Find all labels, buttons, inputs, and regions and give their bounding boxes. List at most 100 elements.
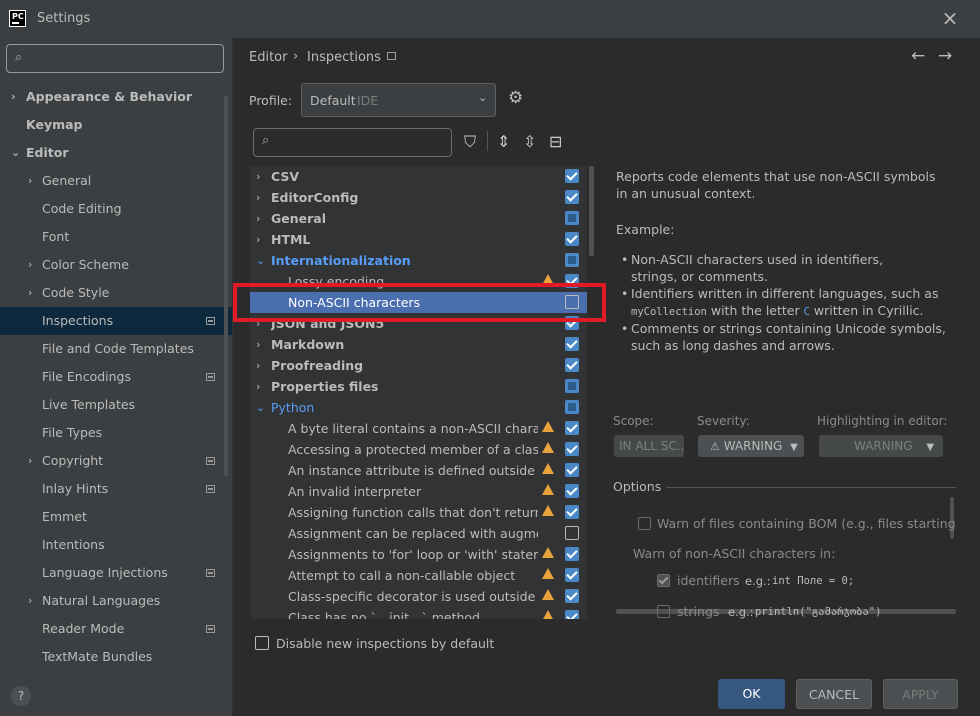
- scope-select[interactable]: IN ALL SC...: [614, 435, 684, 457]
- sidebar-item-reader-mode[interactable]: Reader Mode: [0, 615, 232, 643]
- identifiers-checkbox[interactable]: [657, 574, 670, 587]
- sidebar-item-natural-languages[interactable]: › Natural Languages: [0, 587, 232, 615]
- strings-checkbox[interactable]: [657, 605, 670, 618]
- annotation-highlight-box: [233, 283, 606, 322]
- tree-row-proofreading[interactable]: › Proofreading: [250, 355, 587, 376]
- tree-row-python-inspection[interactable]: Class has no `__init__` method: [250, 607, 587, 619]
- checkbox[interactable]: [565, 253, 579, 267]
- sidebar-item-language-injections[interactable]: Language Injections: [0, 559, 232, 587]
- warn-in-label: Warn of non-ASCII characters in:: [633, 546, 836, 561]
- checkbox[interactable]: [565, 589, 579, 603]
- sidebar-item-label: Natural Languages: [42, 593, 161, 608]
- checkbox[interactable]: [565, 442, 579, 456]
- forward-arrow-icon[interactable]: →: [938, 46, 952, 66]
- tree-row-python-inspection[interactable]: Assigning function calls that don't retu…: [250, 502, 587, 523]
- tree-row-label: Class has no `__init__` method: [288, 610, 480, 619]
- help-icon[interactable]: ?: [11, 686, 31, 706]
- disable-new-inspections-checkbox[interactable]: [255, 636, 269, 650]
- tree-row-properties[interactable]: › Properties files: [250, 376, 587, 397]
- sidebar-item-inspections[interactable]: Inspections: [0, 307, 232, 335]
- sidebar-item-font[interactable]: Font: [0, 223, 232, 251]
- sidebar-item-file-code-templates[interactable]: File and Code Templates: [0, 335, 232, 363]
- checkbox[interactable]: [565, 547, 579, 561]
- severity-select[interactable]: ⚠ WARNING ▼: [698, 435, 804, 457]
- chevron-right-icon: ›: [256, 191, 261, 204]
- toolbar-separator: [487, 131, 488, 151]
- tree-row-internationalization[interactable]: ⌄ Internationalization: [250, 250, 587, 271]
- checkbox[interactable]: [565, 169, 579, 183]
- checkbox[interactable]: [565, 400, 579, 414]
- sidebar-item-label: Live Templates: [42, 397, 136, 412]
- ok-button[interactable]: OK: [718, 679, 785, 709]
- window-title: Settings: [37, 11, 91, 26]
- gear-icon[interactable]: ⚙: [508, 88, 523, 108]
- checkbox[interactable]: [565, 421, 579, 435]
- tree-row-markdown[interactable]: › Markdown: [250, 334, 587, 355]
- tree-row-python-inspection[interactable]: Assignment can be replaced with augmente…: [250, 523, 587, 544]
- sidebar-item-file-types[interactable]: File Types: [0, 419, 232, 447]
- sidebar-item-copyright[interactable]: › Copyright: [0, 447, 232, 475]
- sidebar-item-label: Emmet: [42, 509, 87, 524]
- tree-row-python-inspection[interactable]: Attempt to call a non-callable object: [250, 565, 587, 586]
- highlighting-value: WARNING: [854, 439, 913, 453]
- strings-eg: e.g.:: [728, 605, 754, 619]
- inspection-search-input[interactable]: ⌕: [253, 128, 452, 157]
- tree-row-python-inspection[interactable]: Assignments to 'for' loop or 'with' stat…: [250, 544, 587, 565]
- sidebar-item-inlay-hints[interactable]: Inlay Hints: [0, 475, 232, 503]
- checkbox[interactable]: [565, 526, 579, 540]
- checkbox[interactable]: [565, 211, 579, 225]
- checkbox[interactable]: [565, 610, 579, 619]
- breadcrumb-editor[interactable]: Editor: [249, 50, 287, 65]
- checkbox[interactable]: [565, 505, 579, 519]
- sidebar-item-appearance[interactable]: › Appearance & Behavior: [0, 83, 232, 111]
- highlighting-select[interactable]: WARNING ▼: [819, 435, 943, 457]
- sidebar-item-intentions[interactable]: Intentions: [0, 531, 232, 559]
- tree-row-html[interactable]: › HTML: [250, 229, 587, 250]
- sidebar-item-color-scheme[interactable]: › Color Scheme: [0, 251, 232, 279]
- description-text: written in Cyrillic.: [813, 303, 924, 318]
- sidebar-item-emmet[interactable]: Emmet: [0, 503, 232, 531]
- sidebar-item-label: Color Scheme: [42, 257, 129, 272]
- close-icon[interactable]: ×: [941, 8, 959, 28]
- search-input[interactable]: ⌕: [6, 44, 224, 73]
- tree-scrollbar[interactable]: [589, 166, 594, 256]
- tree-row-python-inspection[interactable]: An invalid interpreter: [250, 481, 587, 502]
- sidebar-item-textmate-bundles[interactable]: TextMate Bundles: [0, 643, 232, 671]
- sidebar-item-live-templates[interactable]: Live Templates: [0, 391, 232, 419]
- warning-icon: [542, 442, 554, 453]
- tree-row-python-inspection[interactable]: A byte literal contains a non-ASCII char…: [250, 418, 587, 439]
- sidebar-item-code-editing[interactable]: Code Editing: [0, 195, 232, 223]
- tree-row-python-inspection[interactable]: An instance attribute is defined outside…: [250, 460, 587, 481]
- tree-row-csv[interactable]: › CSV: [250, 166, 587, 187]
- checkbox[interactable]: [565, 337, 579, 351]
- chevron-down-icon: ⌄: [478, 91, 488, 104]
- checkbox[interactable]: [565, 232, 579, 246]
- sidebar-item-code-style[interactable]: › Code Style: [0, 279, 232, 307]
- tree-row-python[interactable]: ⌄ Python: [250, 397, 587, 418]
- sidebar-item-file-encodings[interactable]: File Encodings: [0, 363, 232, 391]
- bom-label: Warn of files containing BOM (e.g., file…: [657, 516, 957, 531]
- checkbox[interactable]: [565, 379, 579, 393]
- checkbox[interactable]: [565, 463, 579, 477]
- expand-all-icon[interactable]: ⇕: [497, 132, 510, 151]
- back-arrow-icon[interactable]: ←: [911, 46, 925, 66]
- cancel-button[interactable]: CANCEL: [796, 679, 872, 709]
- reset-icon[interactable]: ⊟: [549, 132, 562, 151]
- checkbox[interactable]: [565, 190, 579, 204]
- tree-row-python-inspection[interactable]: Class-specific decorator is used outside…: [250, 586, 587, 607]
- inspection-tree[interactable]: › CSV › EditorConfig › General › HTML ⌄ …: [250, 166, 587, 619]
- sidebar-item-keymap[interactable]: Keymap: [0, 111, 232, 139]
- tree-row-python-inspection[interactable]: Accessing a protected member of a class …: [250, 439, 587, 460]
- tree-row-editorconfig[interactable]: › EditorConfig: [250, 187, 587, 208]
- bom-checkbox[interactable]: [638, 517, 651, 530]
- checkbox[interactable]: [565, 568, 579, 582]
- tree-row-general[interactable]: › General: [250, 208, 587, 229]
- sidebar-item-editor[interactable]: ⌄ Editor: [0, 139, 232, 167]
- sidebar-item-general[interactable]: › General: [0, 167, 232, 195]
- sidebar-scrollbar[interactable]: [224, 96, 228, 476]
- filter-icon[interactable]: ⛉: [464, 132, 476, 152]
- checkbox[interactable]: [565, 484, 579, 498]
- checkbox[interactable]: [565, 358, 579, 372]
- apply-button[interactable]: APPLY: [883, 679, 958, 709]
- collapse-all-icon[interactable]: ⇳: [523, 132, 536, 151]
